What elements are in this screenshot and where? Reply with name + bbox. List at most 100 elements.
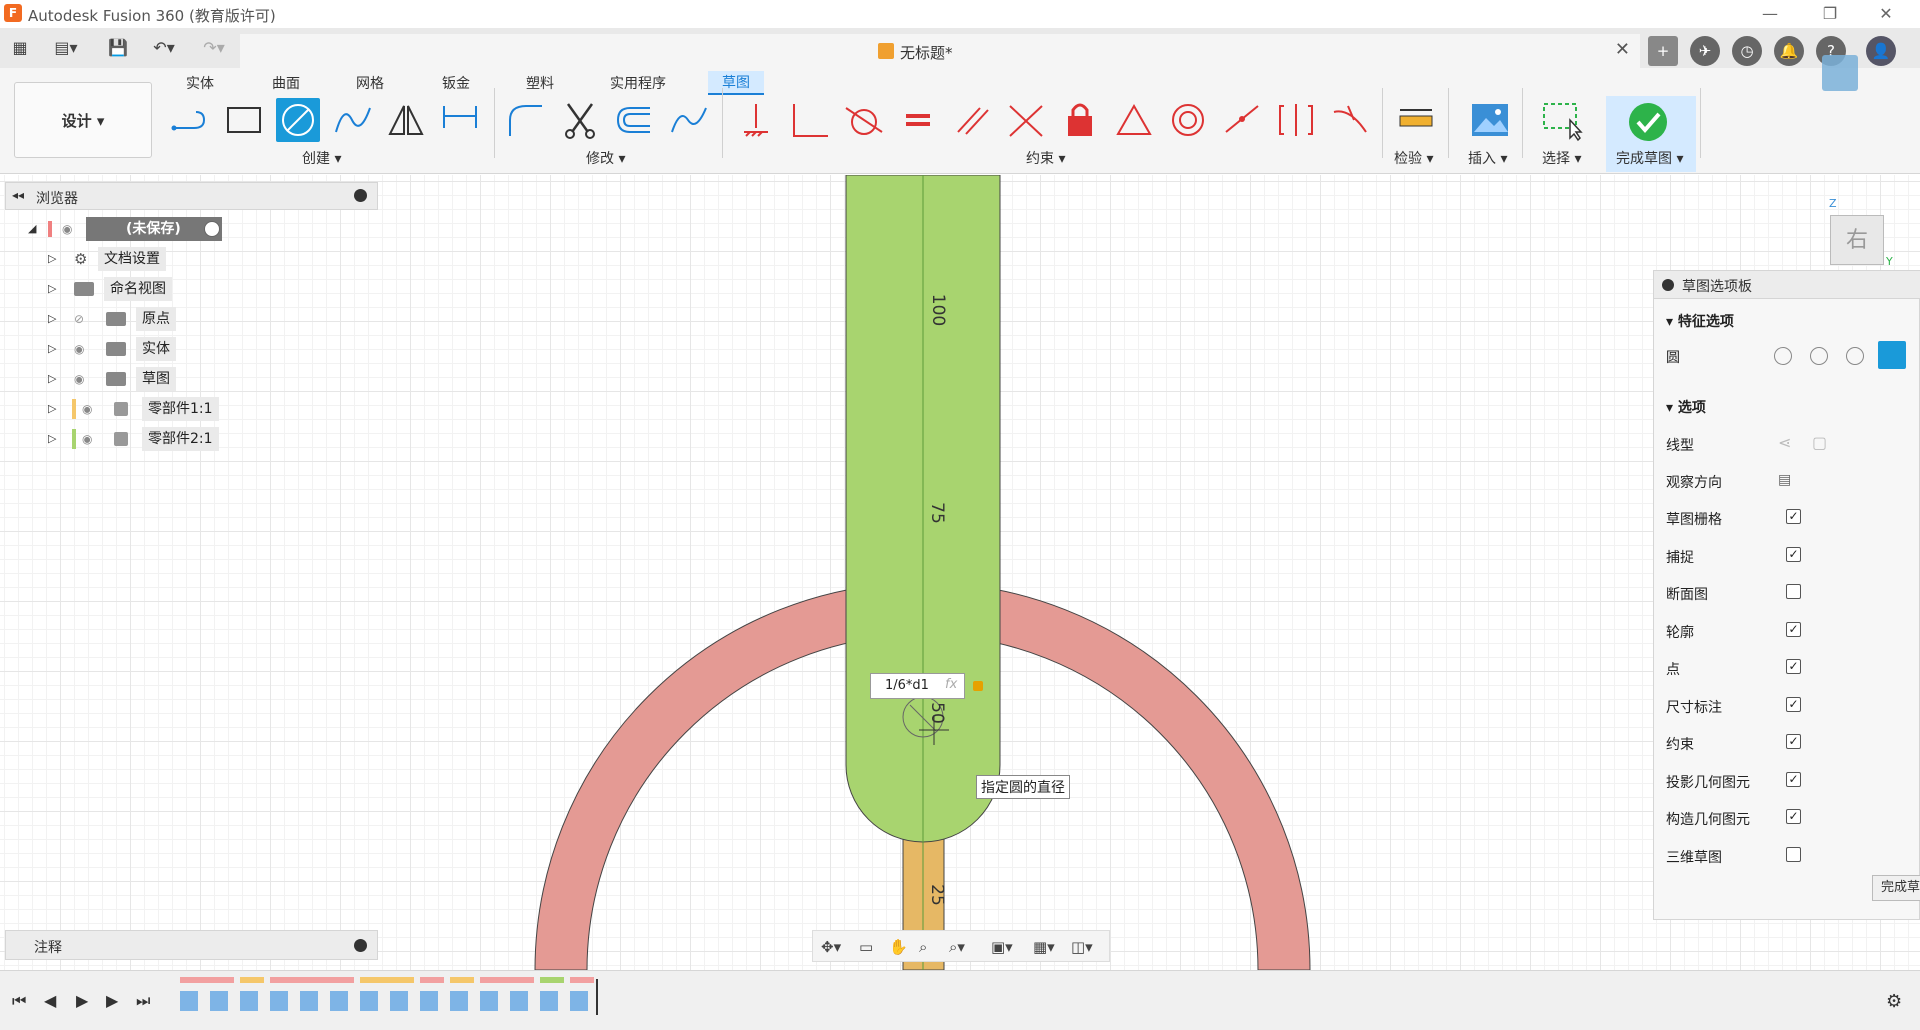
redo-icon[interactable]: ↷▾ xyxy=(196,36,232,60)
sketch-palette-header[interactable]: 草图选项板 xyxy=(1654,271,1920,299)
move-copy-tool-icon[interactable] xyxy=(666,98,710,142)
job-status-icon[interactable]: ◷ xyxy=(1732,36,1762,66)
palette-option-checkbox[interactable]: ✓ xyxy=(1786,546,1801,562)
restore-button[interactable]: ❐ xyxy=(1810,2,1850,26)
finish-sketch-icon[interactable] xyxy=(1626,100,1670,144)
zoom-icon[interactable]: ⌕ xyxy=(919,938,927,956)
new-tab-icon[interactable]: + xyxy=(1648,36,1678,66)
sketch-geometry[interactable] xyxy=(0,175,1920,970)
parallel-constraint-icon[interactable] xyxy=(950,98,994,142)
timeline-feature-icons[interactable] xyxy=(180,991,600,1011)
expand-icon[interactable]: ▷ xyxy=(48,307,62,331)
tab-utilities[interactable]: 实用程序 xyxy=(610,73,666,93)
go-to-start-icon[interactable]: ⏮ xyxy=(12,991,26,1011)
tab-surface[interactable]: 曲面 xyxy=(272,73,300,93)
constraints-group-label[interactable]: 约束 ▾ xyxy=(1026,148,1065,168)
feature-options-section[interactable]: ▾ 特征选项 xyxy=(1666,311,1734,331)
offset-tool-icon[interactable] xyxy=(612,98,656,142)
midpoint-constraint-icon[interactable] xyxy=(1112,98,1156,142)
dimension-75[interactable]: 75 xyxy=(927,502,947,524)
visibility-eye-icon[interactable]: ◉ xyxy=(74,373,92,385)
pan-icon[interactable]: ✋ xyxy=(889,938,908,956)
palette-option-checkbox[interactable]: ✓ xyxy=(1786,659,1801,674)
notifications-icon[interactable]: 🔔 xyxy=(1774,36,1804,66)
timeline-features[interactable] xyxy=(180,977,600,1017)
tree-item-doc-settings[interactable]: ▷ ⚙ 文档设置 xyxy=(48,247,178,271)
look-at-icon[interactable]: ▤ xyxy=(1778,472,1791,488)
expand-icon[interactable]: ▷ xyxy=(48,367,62,391)
tree-item-sketches[interactable]: ▷ ◉ 草图 xyxy=(48,367,178,391)
symmetry-constraint-icon[interactable] xyxy=(1274,98,1318,142)
select-tool-icon[interactable] xyxy=(1540,98,1584,142)
circle-tool-icon[interactable] xyxy=(276,98,320,142)
rectangle-tool-icon[interactable] xyxy=(222,98,266,142)
display-settings-icon[interactable]: ▣▾ xyxy=(991,938,1013,956)
three-point-circle-icon[interactable] xyxy=(1846,347,1864,365)
modify-group-label[interactable]: 修改 ▾ xyxy=(586,148,625,168)
collinear-constraint-icon[interactable] xyxy=(1220,98,1264,142)
center-diameter-circle-icon[interactable] xyxy=(1774,347,1792,365)
timeline-marker[interactable] xyxy=(596,979,598,1015)
mirror-tool-icon[interactable] xyxy=(384,98,428,142)
inspect-group-label[interactable]: 检验 ▾ xyxy=(1394,148,1433,168)
concentric-constraint-icon[interactable] xyxy=(1166,98,1210,142)
tree-item-origin[interactable]: ▷ ⊘ 原点 xyxy=(48,307,178,331)
line-tool-icon[interactable] xyxy=(168,98,212,142)
create-group-label[interactable]: 创建 ▾ xyxy=(302,148,341,168)
timeline-settings-gear-icon[interactable]: ⚙ xyxy=(1886,991,1902,1012)
finish-sketch-button[interactable]: 完成草 xyxy=(1872,875,1920,901)
viewports-icon[interactable]: ◫▾ xyxy=(1071,938,1093,956)
fix-constraint-icon[interactable] xyxy=(734,98,778,142)
close-window-button[interactable]: ✕ xyxy=(1866,2,1906,26)
two-point-circle-icon[interactable] xyxy=(1810,347,1828,365)
tree-root[interactable]: ◢ ◉ (未保存) xyxy=(28,217,228,241)
browser-panel-header[interactable]: ◂◂ 浏览器 xyxy=(5,182,378,210)
zoom-window-icon[interactable]: ⌕▾ xyxy=(949,938,965,956)
expand-icon[interactable]: ▷ xyxy=(48,337,62,361)
construction-linetype-icon[interactable]: ⋖ xyxy=(1778,433,1791,452)
expand-icon[interactable]: ▷ xyxy=(48,427,62,451)
diameter-input-value[interactable]: 1/6*d1 xyxy=(885,678,929,693)
undo-icon[interactable]: ↶▾ xyxy=(146,36,182,60)
fx-icon[interactable]: fx xyxy=(945,677,957,692)
expand-icon[interactable]: ▷ xyxy=(48,247,62,271)
diameter-input-box[interactable]: 1/6*d1 fx xyxy=(870,673,965,699)
navigation-home-icon[interactable] xyxy=(1822,55,1858,91)
workspace-switcher[interactable]: 设计 ▾ xyxy=(14,82,152,158)
finish-sketch-label[interactable]: 完成草图 ▾ xyxy=(1616,148,1683,168)
activate-radio-icon[interactable] xyxy=(204,221,220,237)
visibility-eye-icon[interactable]: ◉ xyxy=(82,403,100,415)
expand-icon[interactable]: ▷ xyxy=(48,277,62,301)
equal-constraint-icon[interactable] xyxy=(896,98,940,142)
play-icon[interactable]: ▶ xyxy=(76,991,88,1010)
perpendicular-constraint-icon[interactable] xyxy=(1004,98,1048,142)
go-to-end-icon[interactable]: ⏭ xyxy=(136,991,150,1011)
expand-panel-icon[interactable] xyxy=(354,939,367,952)
dimension-25[interactable]: 25 xyxy=(927,884,947,906)
palette-option-checkbox[interactable]: ✓ xyxy=(1786,621,1801,637)
tab-solid[interactable]: 实体 xyxy=(186,73,214,93)
file-menu-icon[interactable]: ▤▾ xyxy=(48,36,84,60)
palette-option-checkbox[interactable]: ✓ xyxy=(1786,509,1801,524)
measure-tool-icon[interactable] xyxy=(1394,98,1438,142)
lock-icon[interactable] xyxy=(973,681,983,691)
minimize-panel-icon[interactable] xyxy=(354,189,367,202)
tree-item-component-1[interactable]: ▷ ◉ 零部件1:1 xyxy=(48,397,228,421)
dimension-tool-icon[interactable] xyxy=(438,98,482,142)
extensions-icon[interactable]: ✈ xyxy=(1690,36,1720,66)
look-at-icon[interactable]: ▭ xyxy=(859,938,873,956)
centerline-linetype-icon[interactable]: ▢ xyxy=(1812,433,1827,452)
trim-tool-icon[interactable] xyxy=(558,98,602,142)
insert-image-icon[interactable] xyxy=(1468,98,1512,142)
sketch-canvas[interactable]: 100 75 50 25 1/6*d1 fx 指定圆的直径 右 Z Y xyxy=(0,175,1920,970)
tree-item-bodies[interactable]: ▷ ◉ 实体 xyxy=(48,337,178,361)
save-icon[interactable]: 💾 xyxy=(106,36,130,60)
visibility-eye-icon[interactable]: ◉ xyxy=(82,433,100,445)
expand-icon[interactable]: ◢ xyxy=(28,217,42,241)
palette-option-checkbox[interactable]: ✓ xyxy=(1786,809,1801,824)
palette-option-checkbox[interactable]: ✓ xyxy=(1786,734,1801,749)
coincident-constraint-icon[interactable] xyxy=(788,98,832,142)
expand-icon[interactable]: ▷ xyxy=(48,397,62,421)
tab-sketch[interactable]: 草图 xyxy=(708,71,764,95)
annotations-panel-header[interactable]: 注释 xyxy=(5,930,378,960)
